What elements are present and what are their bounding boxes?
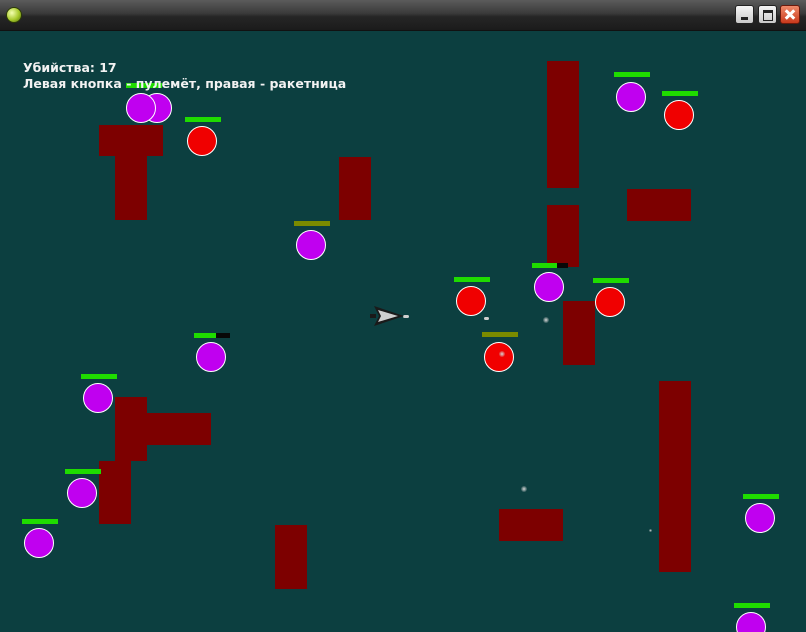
spark xyxy=(543,317,549,323)
enemy-red xyxy=(664,100,694,130)
health-fill xyxy=(294,221,330,226)
spark xyxy=(499,351,505,357)
wall xyxy=(115,156,147,220)
enemy-purple xyxy=(83,383,113,413)
health-fill xyxy=(65,469,101,474)
health-fill xyxy=(662,91,698,96)
enemy-red xyxy=(187,126,217,156)
health-fill xyxy=(532,263,558,268)
enemy-health-bar xyxy=(614,72,650,77)
health-fill xyxy=(194,333,216,338)
bullet xyxy=(484,317,489,320)
health-fill xyxy=(482,332,518,337)
enemy-health-bar xyxy=(734,603,770,608)
health-fill xyxy=(593,278,629,283)
enemy-purple xyxy=(296,230,326,260)
app-icon[interactable] xyxy=(6,7,22,23)
enemy-red xyxy=(484,342,514,372)
enemy-health-bar xyxy=(65,469,101,474)
enemy-health-bar xyxy=(743,494,779,499)
wall xyxy=(115,397,147,461)
health-fill xyxy=(743,494,779,499)
controls-hint: Левая кнопка - пулемёт, правая - ракетни… xyxy=(23,76,347,91)
kills-counter: Убийства: 17 xyxy=(23,60,117,75)
health-fill xyxy=(81,374,117,379)
enemy-purple xyxy=(745,503,775,533)
enemy-purple xyxy=(196,342,226,372)
maximize-button[interactable] xyxy=(758,5,777,24)
enemy-purple xyxy=(67,478,97,508)
enemy-purple xyxy=(24,528,54,558)
wall xyxy=(99,461,131,524)
enemy-red xyxy=(595,287,625,317)
health-fill xyxy=(22,519,58,524)
health-fill xyxy=(454,277,490,282)
close-button[interactable] xyxy=(780,5,800,24)
wall xyxy=(547,61,579,188)
enemy-purple xyxy=(736,612,766,632)
wall xyxy=(275,525,307,589)
health-fill xyxy=(185,117,221,122)
enemy-health-bar xyxy=(662,91,698,96)
enemy-health-bar xyxy=(81,374,117,379)
wall xyxy=(147,413,211,445)
wall xyxy=(627,189,691,221)
enemy-health-bar xyxy=(532,263,568,268)
enemy-purple xyxy=(616,82,646,112)
enemy-health-bar xyxy=(482,332,518,337)
enemy-health-bar xyxy=(454,277,490,282)
player-ship xyxy=(370,306,404,326)
health-fill xyxy=(734,603,770,608)
wall xyxy=(659,381,691,572)
wall xyxy=(547,205,579,267)
enemy-health-bar xyxy=(593,278,629,283)
enemy-red xyxy=(456,286,486,316)
minimize-button[interactable] xyxy=(735,5,754,24)
enemy-health-bar xyxy=(185,117,221,122)
spark xyxy=(521,486,527,492)
enemy-health-bar xyxy=(22,519,58,524)
game-window: Убийства: 17 Левая кнопка - пулемёт, пра… xyxy=(0,0,806,632)
health-fill xyxy=(614,72,650,77)
enemy-health-bar xyxy=(294,221,330,226)
hud: Убийства: 17 Левая кнопка - пулемёт, пра… xyxy=(23,60,346,92)
wall xyxy=(563,301,595,365)
enemy-purple xyxy=(126,93,156,123)
wall xyxy=(99,125,163,156)
enemy-purple xyxy=(534,272,564,302)
title-bar[interactable] xyxy=(0,0,806,31)
game-canvas[interactable]: Убийства: 17 Левая кнопка - пулемёт, пра… xyxy=(4,31,802,632)
spark xyxy=(649,529,652,532)
wall xyxy=(339,157,371,220)
wall xyxy=(499,509,563,541)
enemy-health-bar xyxy=(194,333,230,338)
